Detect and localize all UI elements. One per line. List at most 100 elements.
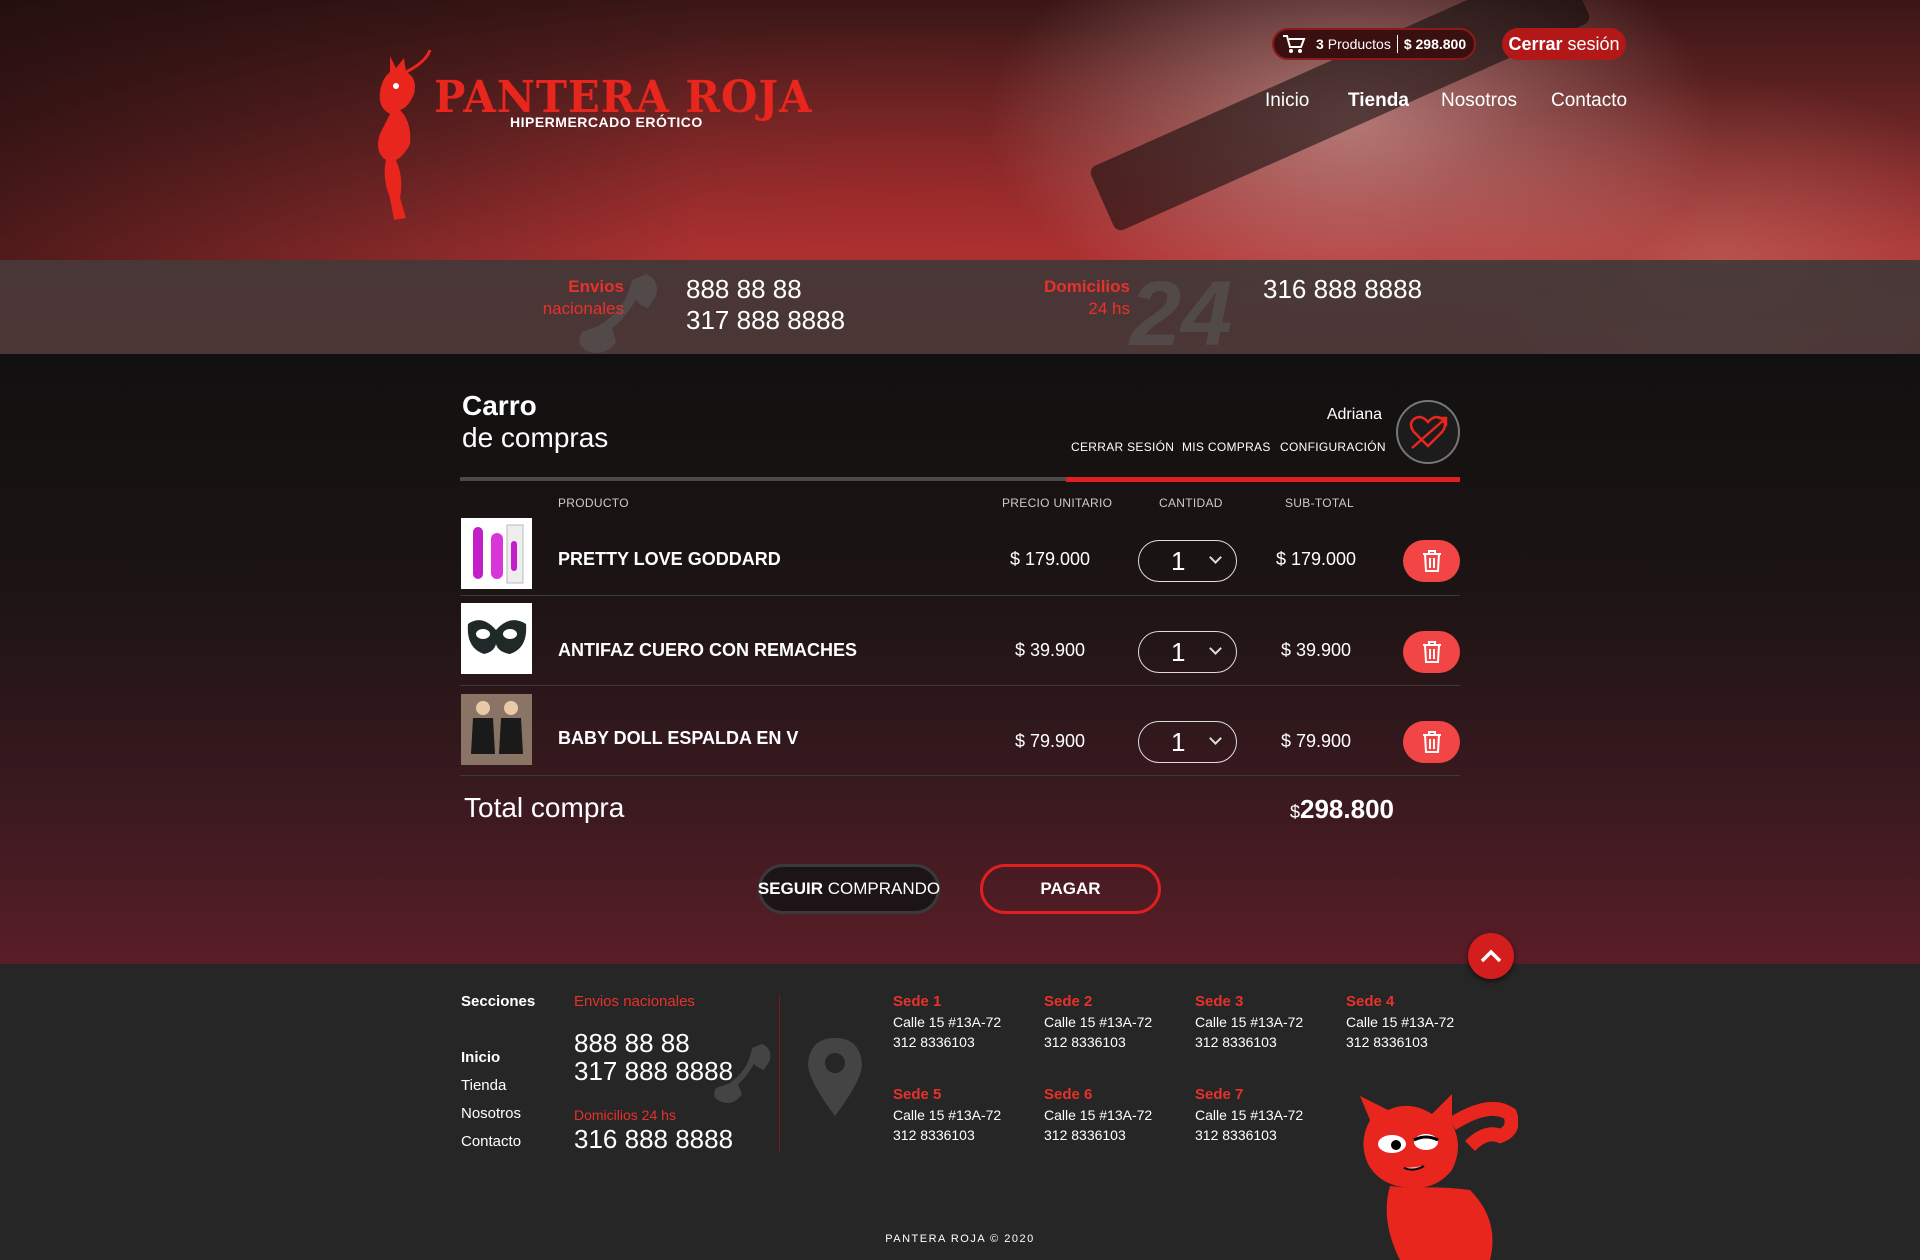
quantity-value: 1 xyxy=(1171,545,1186,576)
product-name[interactable]: BABY DOLL ESPALDA EN V xyxy=(558,728,798,749)
mask-product-icon xyxy=(467,619,526,654)
total-value: 298.800 xyxy=(1300,794,1394,824)
ghost-24-text: 24 xyxy=(1130,263,1233,365)
delete-item-button[interactable] xyxy=(1403,631,1460,673)
user-link-my-purchases[interactable]: MIS COMPRAS xyxy=(1182,440,1271,454)
cart-icon xyxy=(1283,35,1306,53)
product-thumbnail[interactable] xyxy=(461,518,532,589)
nav-nosotros[interactable]: Nosotros xyxy=(1441,90,1517,112)
logout-label: sesión xyxy=(1562,33,1620,54)
sede-name: Sede 5 xyxy=(893,1086,942,1103)
footer-divider xyxy=(779,996,780,1151)
sede-card: Sede 6 Calle 15 #13A-72 312 8336103 xyxy=(1044,1086,1152,1143)
header-cart-summary[interactable]: 3 Productos $ 298.800 xyxy=(1272,28,1476,60)
user-link-logout[interactable]: CERRAR SESIÓN xyxy=(1071,440,1174,454)
domicilios-label-2: 24 hs xyxy=(1088,299,1130,318)
footer-copyright: PANTERA ROJA © 2020 xyxy=(885,1233,1035,1245)
domicilios-phone[interactable]: 316 888 8888 xyxy=(1263,274,1422,305)
total-amount: $298.800 xyxy=(1290,794,1394,825)
sede-phone[interactable]: 312 8336103 xyxy=(1195,1034,1303,1050)
sede-name: Sede 2 xyxy=(1044,993,1093,1010)
pay-button[interactable]: PAGAR xyxy=(980,864,1161,914)
footer-domicilios-title: Domicilios 24 hs xyxy=(574,1107,676,1123)
cart-total: $ 298.800 xyxy=(1403,36,1467,52)
hero-shade xyxy=(0,0,700,260)
product-unit-price: $ 39.900 xyxy=(1014,640,1086,660)
footer-envios-phone-2[interactable]: 317 888 8888 xyxy=(574,1056,733,1087)
sede-name: Sede 3 xyxy=(1195,993,1244,1010)
lingerie-product-icon xyxy=(471,701,523,754)
logout-button[interactable]: Cerrar sesión xyxy=(1502,28,1626,60)
sede-address: Calle 15 #13A-72 xyxy=(1044,1014,1153,1030)
sede-phone[interactable]: 312 8336103 xyxy=(893,1127,1001,1143)
footer-link-tienda[interactable]: Tienda xyxy=(461,1077,506,1094)
chevron-down-icon xyxy=(1209,732,1222,745)
continue-shopping-button[interactable]: SEGUIR COMPRANDO xyxy=(758,864,940,914)
envios-phone-2[interactable]: 317 888 8888 xyxy=(686,305,845,336)
panther-mascot-logo-icon[interactable] xyxy=(360,48,440,228)
sede-address: Calle 15 #13A-72 xyxy=(1195,1014,1304,1030)
domicilios-label-1: Domicilios xyxy=(1044,277,1130,296)
envios-phone-1[interactable]: 888 88 88 xyxy=(686,274,802,305)
sede-phone[interactable]: 312 8336103 xyxy=(893,1034,1001,1050)
sede-phone[interactable]: 312 8336103 xyxy=(1044,1127,1152,1143)
sede-card: Sede 3 Calle 15 #13A-72 312 8336103 xyxy=(1195,993,1303,1050)
footer-sections-title: Secciones xyxy=(461,993,536,1010)
col-header-quantity: CANTIDAD xyxy=(1159,496,1223,510)
sede-phone[interactable]: 312 8336103 xyxy=(1346,1034,1454,1050)
envios-label-1: Envios xyxy=(568,277,624,296)
product-name[interactable]: PRETTY LOVE GODDARD xyxy=(558,549,781,570)
nav-contacto[interactable]: Contacto xyxy=(1551,90,1627,112)
row-divider xyxy=(460,775,1460,776)
footer-link-contacto[interactable]: Contacto xyxy=(461,1133,521,1150)
chevron-down-icon xyxy=(1209,551,1222,564)
quantity-select[interactable]: 1 xyxy=(1138,721,1237,763)
envios-label-2: nacionales xyxy=(542,299,624,318)
user-link-settings[interactable]: CONFIGURACIÓN xyxy=(1280,440,1386,454)
product-subtotal: $ 39.900 xyxy=(1280,640,1352,660)
product-subtotal: $ 79.900 xyxy=(1280,731,1352,751)
sede-card: Sede 1 Calle 15 #13A-72 312 8336103 xyxy=(893,993,1001,1050)
sede-phone[interactable]: 312 8336103 xyxy=(1044,1034,1152,1050)
footer-link-nosotros[interactable]: Nosotros xyxy=(461,1105,521,1122)
cart-count: 3 xyxy=(1316,36,1324,52)
sede-card: Sede 7 Calle 15 #13A-72 312 8336103 xyxy=(1195,1086,1303,1143)
footer-envios-phone-1[interactable]: 888 88 88 xyxy=(574,1028,690,1059)
sede-address: Calle 15 #13A-72 xyxy=(893,1107,1002,1123)
product-thumbnail[interactable] xyxy=(461,694,532,765)
nav-inicio[interactable]: Inicio xyxy=(1265,90,1309,112)
continue-shopping-label: COMPRANDO xyxy=(823,879,941,898)
delete-item-button[interactable] xyxy=(1403,721,1460,763)
sede-card: Sede 2 Calle 15 #13A-72 312 8336103 xyxy=(1044,993,1152,1050)
user-name: Adriana xyxy=(1326,406,1382,423)
sede-phone[interactable]: 312 8336103 xyxy=(1195,1127,1303,1143)
cart-separator xyxy=(1396,35,1398,53)
quantity-value: 1 xyxy=(1171,726,1186,757)
row-divider xyxy=(460,685,1460,686)
product-thumbnail[interactable] xyxy=(461,603,532,674)
footer-link-inicio[interactable]: Inicio xyxy=(461,1049,500,1066)
trash-icon xyxy=(1422,641,1441,663)
quantity-select[interactable]: 1 xyxy=(1138,631,1237,673)
sede-address: Calle 15 #13A-72 xyxy=(1346,1014,1455,1030)
user-avatar[interactable] xyxy=(1396,400,1460,464)
logout-label-bold: Cerrar xyxy=(1508,33,1563,54)
chevron-up-icon xyxy=(1480,949,1502,963)
product-name[interactable]: ANTIFAZ CUERO CON REMACHES xyxy=(558,640,857,661)
footer-domicilios-phone[interactable]: 316 888 8888 xyxy=(574,1124,733,1155)
quantity-select[interactable]: 1 xyxy=(1138,540,1237,582)
product-subtotal: $ 179.000 xyxy=(1275,549,1357,569)
cart-subtitle: de compras xyxy=(462,422,609,453)
delete-item-button[interactable] xyxy=(1403,540,1460,582)
col-header-subtotal: SUB-TOTAL xyxy=(1285,496,1354,510)
sede-card: Sede 4 Calle 15 #13A-72 312 8336103 xyxy=(1346,993,1454,1050)
cart-section xyxy=(0,354,1920,964)
total-currency: $ xyxy=(1290,802,1301,822)
heart-arrow-icon xyxy=(1409,415,1448,449)
trash-icon xyxy=(1422,550,1441,572)
scroll-top-button[interactable] xyxy=(1468,933,1514,979)
cart-divider-accent xyxy=(1066,477,1460,482)
nav-tienda[interactable]: Tienda xyxy=(1348,90,1409,112)
col-header-unit-price: PRECIO UNITARIO xyxy=(1002,496,1113,510)
cart-title: Carro xyxy=(462,390,537,421)
